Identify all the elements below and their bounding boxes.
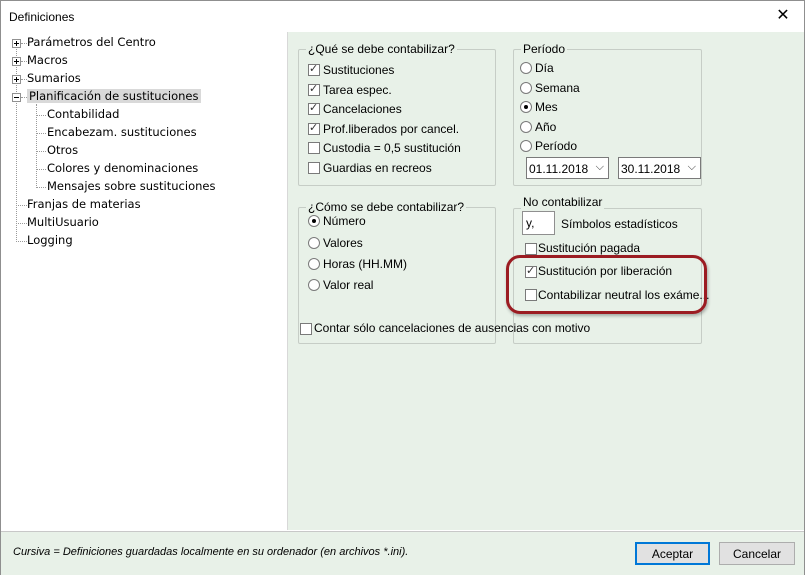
tree-line	[36, 133, 46, 134]
tree-expander-icon[interactable]	[12, 39, 21, 48]
symbol-value: y,	[526, 216, 535, 230]
symbol-input[interactable]: y,	[522, 211, 555, 235]
tree-item-label: Sumarios	[27, 71, 81, 85]
chevron-down-icon: ⌵	[687, 161, 696, 173]
highlight-annotation	[506, 255, 707, 314]
sustituciones-checkbox[interactable]	[308, 62, 320, 76]
dia-radio[interactable]	[520, 62, 532, 74]
sustitucion-pagada-checkbox[interactable]	[525, 243, 537, 255]
periodo-label: Período	[535, 139, 578, 153]
valores-radio[interactable]	[308, 237, 320, 249]
to-date-select[interactable]: 30.11.2018 ⌵	[618, 157, 701, 179]
tree-item-label: MultiUsuario	[27, 215, 99, 229]
semana-label: Semana	[535, 81, 580, 95]
no-contabilizar-title: No contabilizar	[521, 195, 605, 209]
tree-line	[36, 169, 46, 170]
from-date-select[interactable]: 01.11.2018 ⌵	[526, 157, 609, 179]
tarea-especial-label: Tarea espec.	[323, 83, 392, 97]
custodia-checkbox[interactable]	[308, 142, 320, 154]
tree-item-parametros[interactable]: Parámetros del Centro	[27, 34, 156, 51]
from-date-value: 01.11.2018	[529, 162, 589, 176]
numero-label: Número	[323, 214, 366, 228]
tree-line	[36, 115, 46, 116]
tree-item-label: Encabezam. sustituciones	[47, 125, 197, 139]
tree-item-multiusuario[interactable]: MultiUsuario	[27, 214, 99, 231]
guardias-label: Guardias en recreos	[323, 161, 432, 175]
tree-item-label: Colores y denominaciones	[47, 161, 199, 175]
semana-radio[interactable]	[520, 82, 532, 94]
dia-label: Día	[535, 61, 554, 75]
chevron-down-icon: ⌵	[595, 161, 604, 173]
sustitucion-pagada-label: Sustitución pagada	[538, 241, 641, 255]
cancelaciones-label: Cancelaciones	[323, 102, 402, 116]
tree-line	[36, 151, 46, 152]
window-title: Definiciones	[9, 10, 75, 24]
tree-item-label: Otros	[47, 143, 79, 157]
valores-label: Valores	[323, 236, 363, 250]
accept-button[interactable]: Aceptar	[635, 542, 710, 565]
valor-real-radio[interactable]	[308, 279, 320, 291]
tree-line	[16, 223, 27, 224]
tree-item-contabilidad[interactable]: Contabilidad	[47, 106, 119, 123]
ano-radio[interactable]	[520, 121, 532, 133]
periodo-group-title: Período	[521, 42, 568, 56]
to-date-value: 30.11.2018	[621, 162, 681, 176]
periodo-radio[interactable]	[520, 140, 532, 152]
tree-item-colores[interactable]: Colores y denominaciones	[47, 160, 198, 177]
tree-line	[36, 104, 37, 188]
settings-tree: Parámetros del Centro Macros Sumarios Pl…	[7, 32, 288, 530]
guardias-checkbox[interactable]	[308, 162, 320, 174]
tree-item-label: Mensajes sobre sustituciones	[47, 179, 216, 193]
tree-item-label: Parámetros del Centro	[27, 35, 156, 49]
horas-radio[interactable]	[308, 258, 320, 270]
tree-item-label: Logging	[27, 233, 73, 247]
tree-item-label: Franjas de materias	[27, 197, 141, 211]
tree-line	[16, 241, 27, 242]
tree-item-label: Planificación de sustituciones	[27, 89, 201, 103]
sustituciones-label: Sustituciones	[323, 63, 395, 77]
close-icon[interactable]: ✕	[771, 5, 795, 27]
tree-collapse-icon[interactable]	[12, 93, 21, 102]
tarea-especial-checkbox[interactable]	[308, 82, 320, 96]
mes-radio[interactable]	[520, 101, 532, 113]
footer-note: Cursiva = Definiciones guardadas localme…	[13, 546, 409, 558]
tree-item-otros[interactable]: Otros	[47, 142, 78, 159]
tree-item-label: Contabilidad	[47, 107, 120, 121]
numero-radio[interactable]	[308, 215, 320, 227]
title-bar: Definiciones ✕	[1, 1, 804, 32]
tree-item-macros[interactable]: Macros	[27, 52, 68, 69]
dialog-footer: Cursiva = Definiciones guardadas localme…	[1, 531, 804, 575]
mes-label: Mes	[535, 100, 558, 114]
tree-item-encabezam[interactable]: Encabezam. sustituciones	[47, 124, 197, 141]
tree-item-planificacion[interactable]: Planificación de sustituciones	[27, 88, 201, 105]
definiciones-dialog: Definiciones ✕ Parámetros del Centro Mac…	[0, 0, 805, 575]
tree-line	[36, 187, 46, 188]
valor-real-label: Valor real	[323, 278, 374, 292]
tree-item-sumarios[interactable]: Sumarios	[27, 70, 81, 87]
tree-expander-icon[interactable]	[12, 75, 21, 84]
contar-solo-checkbox[interactable]	[300, 323, 312, 335]
ano-label: Año	[535, 120, 557, 134]
prof-liberados-checkbox[interactable]	[308, 121, 320, 135]
settings-panel: ¿Qué se debe contabilizar? Sustituciones…	[288, 32, 804, 530]
tree-expander-icon[interactable]	[12, 57, 21, 66]
contar-solo-label: Contar sólo cancelaciones de ausencias c…	[314, 321, 591, 335]
que-group-title: ¿Qué se debe contabilizar?	[306, 42, 457, 56]
symbol-label: Símbolos estadísticos	[561, 217, 678, 231]
tree-item-franjas[interactable]: Franjas de materias	[27, 196, 141, 213]
cancelaciones-checkbox[interactable]	[308, 101, 320, 115]
tree-item-label: Macros	[27, 53, 68, 67]
como-group-title: ¿Cómo se debe contabilizar?	[306, 200, 467, 214]
tree-item-mensajes[interactable]: Mensajes sobre sustituciones	[47, 178, 215, 195]
tree-item-logging[interactable]: Logging	[27, 232, 73, 249]
tree-line	[16, 205, 27, 206]
prof-liberados-label: Prof.liberados por cancel.	[323, 122, 460, 136]
custodia-label: Custodia = 0,5 sustitución	[323, 141, 461, 155]
cancel-button[interactable]: Cancelar	[719, 542, 795, 565]
horas-label: Horas (HH.MM)	[323, 257, 407, 271]
